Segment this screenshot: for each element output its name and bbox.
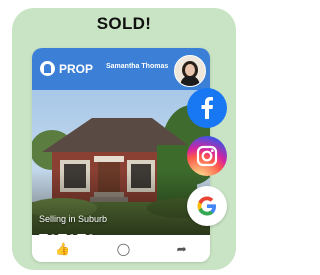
agent-name: Samantha Thomas [106,63,169,70]
agent-avatar [174,55,206,87]
brand-name: PROP [59,61,94,76]
brand-logo-icon [40,61,55,76]
property-photo: Selling in Suburb 2 2 2 [32,90,210,235]
social-post-preview: PROP Samantha Thomas Selling in Suburb 👍… [32,48,210,262]
instagram-icon[interactable] [187,136,227,176]
brand-logo: PROP [40,61,93,76]
sold-title: SOLD! [96,14,152,33]
listing-caption: Selling in Suburb [39,214,108,224]
google-icon[interactable] [187,186,227,226]
like-icon[interactable]: 👍 [55,243,70,255]
share-icon[interactable]: ➦ [177,243,187,255]
agent-photo [175,56,205,86]
post-header: PROP Samantha Thomas [32,48,210,90]
comment-icon[interactable]: ◯ [117,243,130,255]
post-actions-bar: 👍 ◯ ➦ [32,235,210,262]
facebook-icon[interactable] [187,88,227,128]
